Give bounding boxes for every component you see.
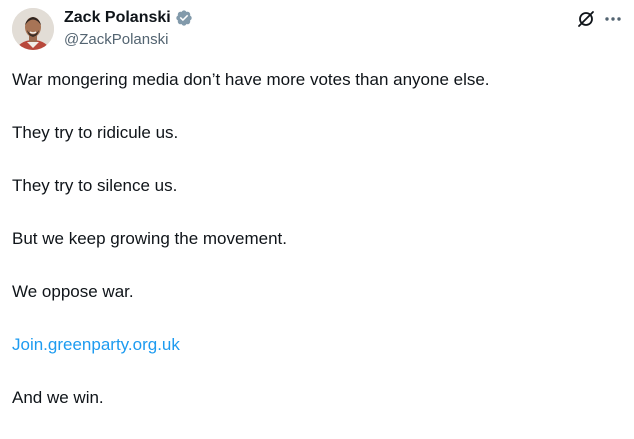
tweet-link-paragraph: Join.greenparty.org.uk	[12, 333, 622, 357]
avatar[interactable]	[12, 8, 54, 50]
profile-photo	[12, 8, 54, 50]
more-options-icon[interactable]	[603, 10, 623, 28]
tweet-text: War mongering media don’t have more vote…	[12, 68, 622, 439]
tweet-paragraph: And we win.	[12, 388, 104, 407]
verified-badge-icon[interactable]	[175, 9, 193, 27]
tweet-paragraph: We oppose war.	[12, 282, 134, 301]
tweet-card: Zack Polanski @ZackPolanski War mongerin…	[0, 0, 634, 411]
tweet-paragraph: But we keep growing the movement.	[12, 229, 287, 248]
grok-icon[interactable]	[577, 10, 595, 28]
author-block: Zack Polanski @ZackPolanski	[64, 8, 193, 50]
greenparty-link[interactable]: Join.greenparty.org.uk	[12, 335, 180, 354]
tweet-paragraph: They try to silence us.	[12, 176, 178, 195]
display-name[interactable]: Zack Polanski	[64, 8, 171, 28]
handle[interactable]: @ZackPolanski	[64, 30, 193, 50]
tweet-paragraph: They try to ridicule us.	[12, 123, 179, 142]
tweet-paragraph: War mongering media don’t have more vote…	[12, 70, 490, 89]
name-row: Zack Polanski	[64, 8, 193, 28]
